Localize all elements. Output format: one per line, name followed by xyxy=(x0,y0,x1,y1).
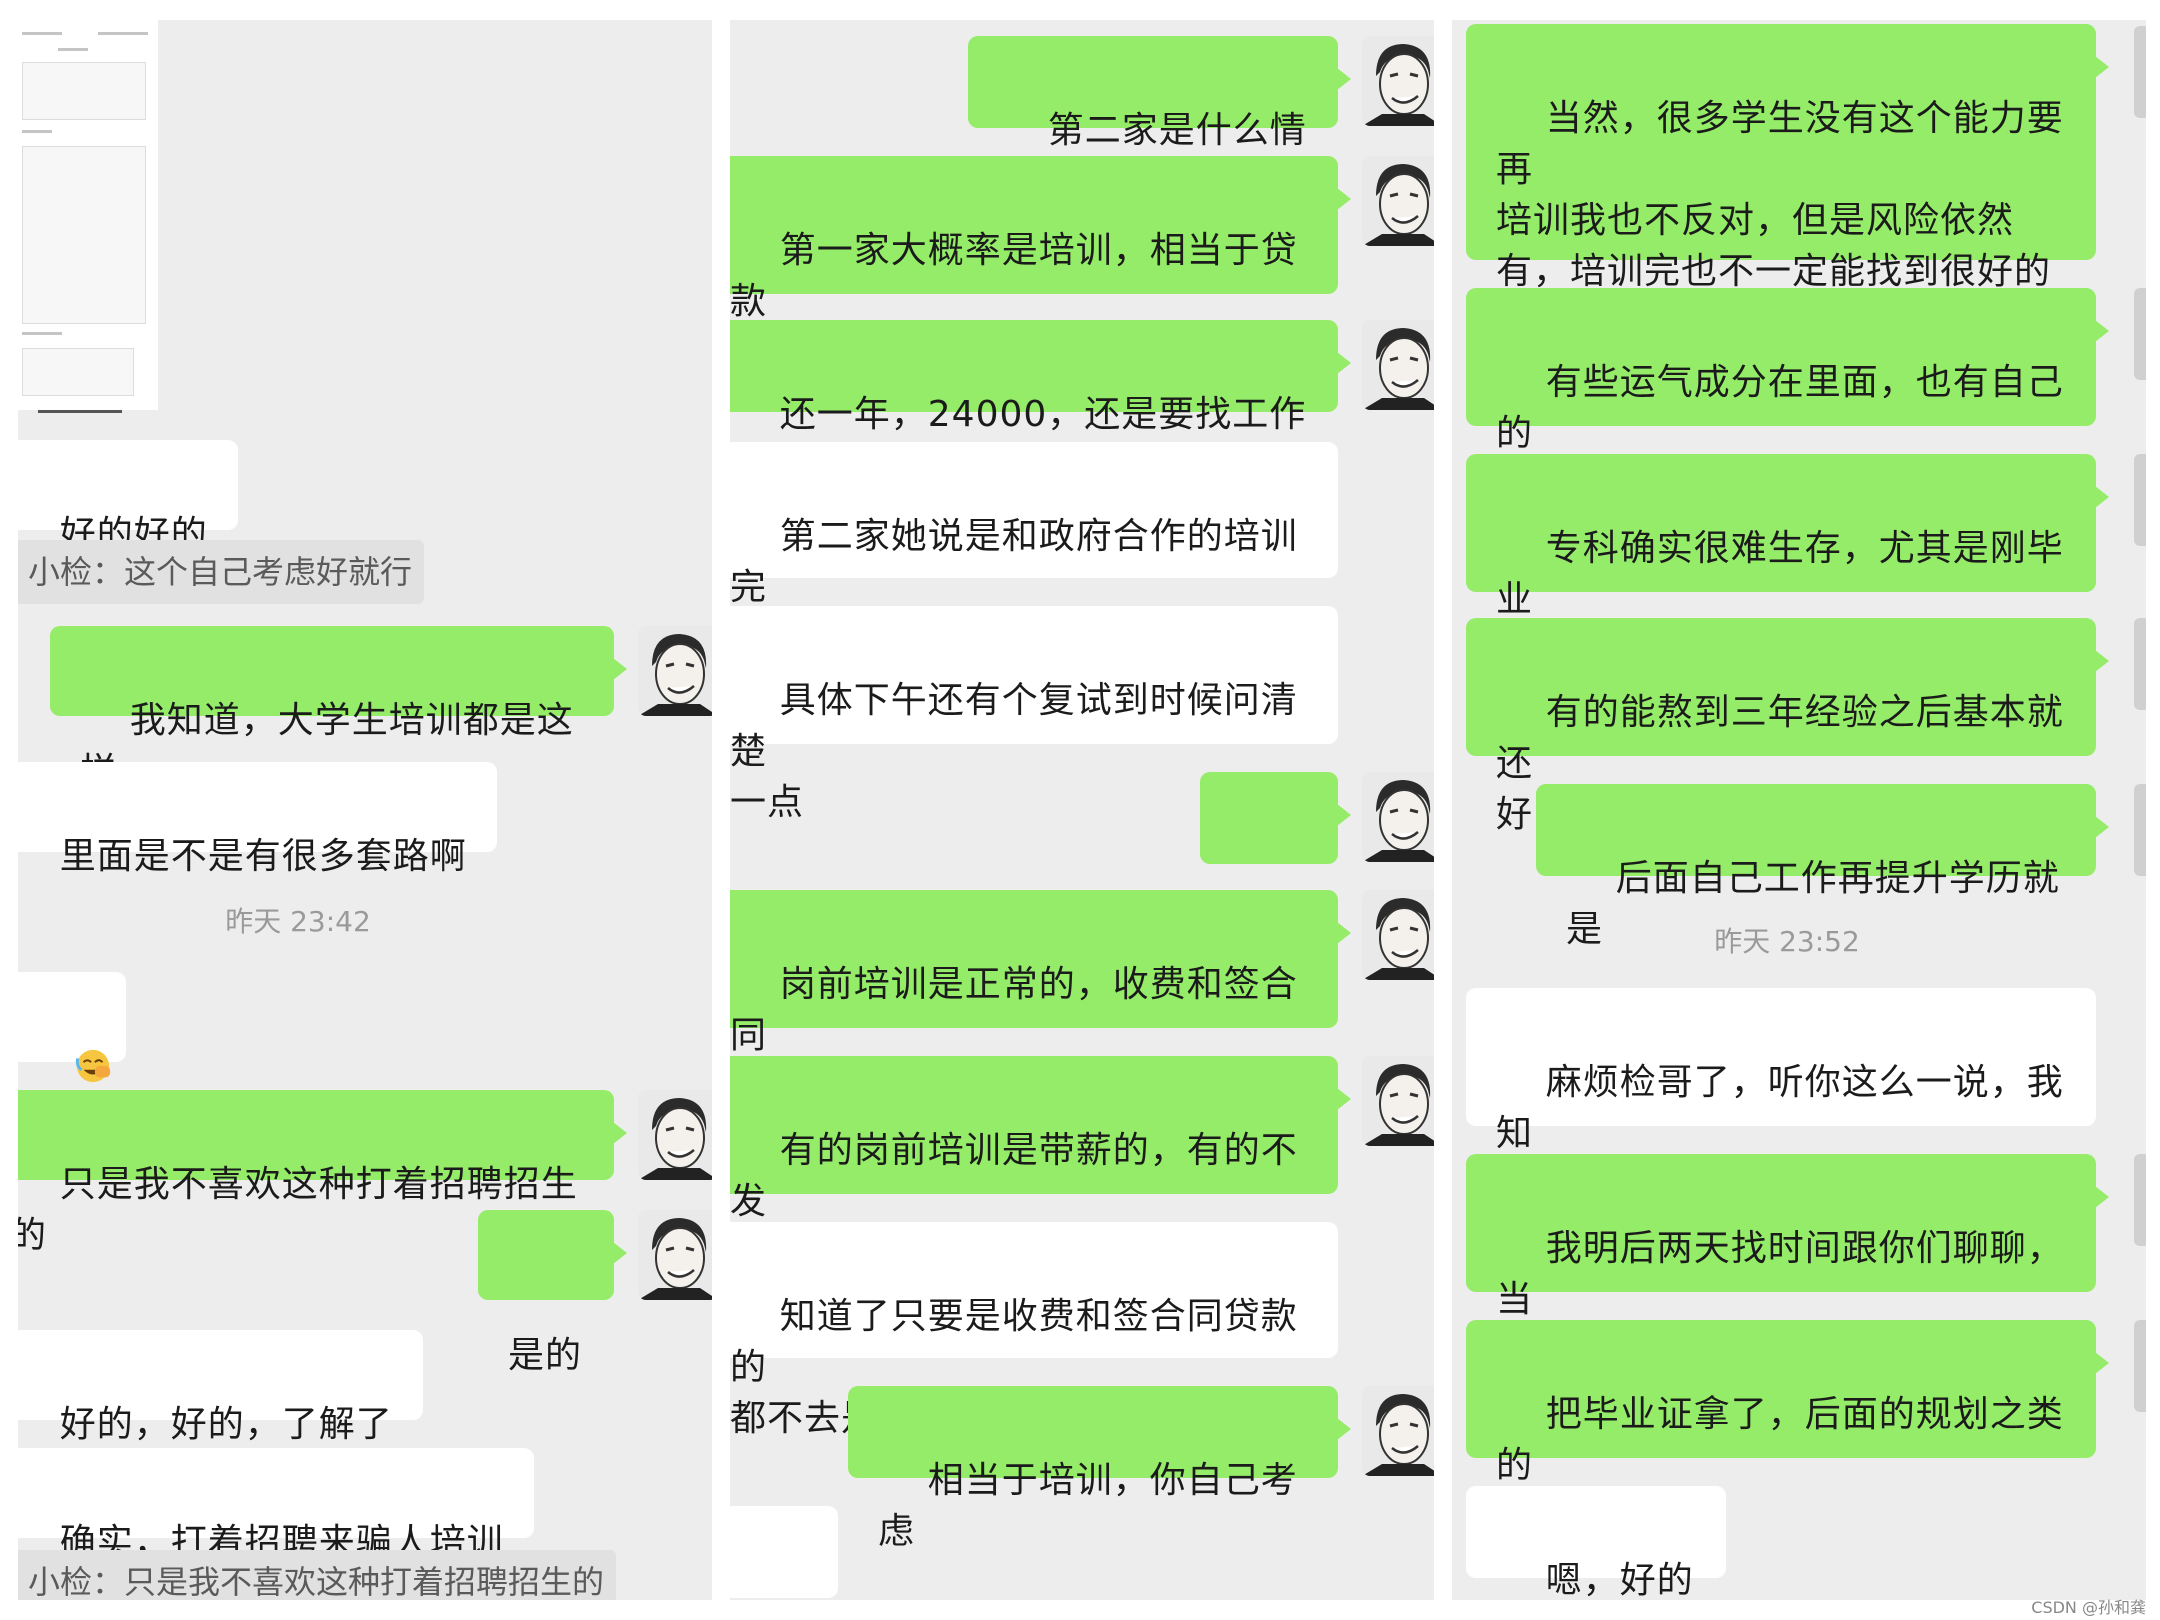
avatar-edge xyxy=(2134,1320,2146,1412)
avatar[interactable] xyxy=(638,626,712,716)
quoted-reply[interactable]: 小检：这个自己考虑好就行 xyxy=(18,540,424,604)
facepalm-laugh-emoji xyxy=(75,1049,110,1083)
avatar-edge xyxy=(2134,454,2146,546)
avatar[interactable] xyxy=(1362,1386,1434,1476)
shared-screenshot-thumbnail[interactable] xyxy=(18,20,158,410)
message-bubble-self[interactable]: 是的 xyxy=(478,1210,627,1376)
message-bubble-self[interactable]: 有的岗前培训是带薪的，有的不发 工资都可以，相当于试岗 xyxy=(730,1056,1351,1273)
message-bubble[interactable]: 里面是不是有很多套路啊 xyxy=(18,762,497,877)
message-bubble-self[interactable]: 第一家大概率是培训，相当于贷款 培训 xyxy=(730,156,1351,373)
message-bubble-self[interactable]: 后面自己工作再提升学历就是 xyxy=(1536,784,2109,950)
chat-panel-middle: 第二家是什么情况 第一家大概率是培训，相当于贷款 培训 还一年，24000，还是… xyxy=(730,20,1434,1600)
message-bubble-self[interactable]: 我明后两天找时间跟你们聊聊，当 务之急先把实习解决 xyxy=(1466,1154,2109,1371)
avatar-edge xyxy=(2134,618,2146,710)
message-bubble-self[interactable]: 是的 xyxy=(1200,772,1351,938)
avatar-edge xyxy=(2134,26,2146,118)
message-bubble-self[interactable]: 专科确实很难生存，尤其是刚毕业 这三年，更别说实习了 xyxy=(1466,454,2109,671)
message-bubble[interactable]: 麻烦检哥了，听你这么一说，我知 道怎么选了。 xyxy=(1466,988,2096,1205)
message-bubble-self[interactable]: 相当于培训，你自己考虑 xyxy=(848,1386,1351,1552)
avatar[interactable] xyxy=(1362,890,1434,980)
message-bubble[interactable]: 第二家她说是和政府合作的培训完 去政府单位工作 xyxy=(730,442,1338,659)
message-bubble[interactable]: 哦好 xyxy=(730,1506,838,1598)
avatar[interactable] xyxy=(638,1090,712,1180)
message-bubble[interactable]: 嗯，好的好的， xyxy=(1466,1486,1726,1600)
message-text: 嗯，好的好的， xyxy=(1545,1560,1694,1600)
avatar[interactable] xyxy=(1362,320,1434,410)
avatar-edge xyxy=(2134,784,2146,876)
message-bubble[interactable]: 好的好的 xyxy=(18,440,238,555)
timestamp: 昨天 23:52 xyxy=(1714,925,1860,958)
chat-panel-left: 好的好的 小检：这个自己考虑好就行 我知道，大学生培训都是这样 里面是不是有很多… xyxy=(18,20,712,1600)
message-bubble[interactable]: 好的，好的，了解了 xyxy=(18,1330,423,1445)
avatar[interactable] xyxy=(638,1210,712,1300)
message-bubble[interactable]: 具体下午还有个复试到时候问清楚 一点 xyxy=(730,606,1338,823)
quoted-text: 小检：只是我不喜欢这种打着招聘招生的 xyxy=(28,1563,605,1600)
message-bubble-self[interactable]: 有的能熬到三年经验之后基本就还 好了，不过也建议提示学历 xyxy=(1466,618,2109,835)
message-text: 好的，好的，了解了 xyxy=(59,1404,393,1445)
message-text: 里面是不是有很多套路啊 xyxy=(59,836,467,877)
message-bubble-self[interactable]: 只是我不喜欢这种打着招聘招生的 xyxy=(18,1090,627,1256)
avatar[interactable] xyxy=(1362,156,1434,246)
message-bubble-self[interactable]: 岗前培训是正常的，收费和签合同 贷款就不行 xyxy=(730,890,1351,1107)
message-bubble-self[interactable]: 把毕业证拿了，后面的规划之类的 也可以聊一聊 xyxy=(1466,1320,2109,1537)
message-text: 相当于培训，你自己考虑 xyxy=(878,1460,1298,1552)
watermark: CSDN @孙和龚 xyxy=(2031,1598,2146,1617)
avatar-edge xyxy=(2134,288,2146,380)
message-bubble[interactable] xyxy=(18,972,126,1083)
avatar-edge xyxy=(2134,1154,2146,1246)
chat-panel-right: 当然，很多学生没有这个能力要再 培训我也不反对，但是风险依然 有，培训完也不一定… xyxy=(1452,20,2146,1600)
message-bubble[interactable]: 知道了只要是收费和签合同贷款的 都不去是吧 xyxy=(730,1222,1338,1439)
avatar[interactable] xyxy=(1362,1056,1434,1146)
message-bubble-self[interactable]: 当然，很多学生没有这个能力要再 培训我也不反对，但是风险依然 有，培训完也不一定… xyxy=(1466,24,2109,390)
message-bubble[interactable]: 确实，打着招聘来骗人培训 xyxy=(18,1448,534,1600)
timestamp: 昨天 23:42 xyxy=(225,905,371,938)
quoted-reply[interactable]: 小检：只是我不喜欢这种打着招聘招生的 xyxy=(18,1550,616,1600)
message-text: 是的 xyxy=(508,1335,583,1376)
message-bubble-self[interactable]: 第二家是什么情况 xyxy=(968,36,1351,202)
message-bubble-self[interactable]: 我知道，大学生培训都是这样 xyxy=(50,626,627,792)
avatar[interactable] xyxy=(1362,772,1434,862)
message-bubble-self[interactable]: 有些运气成分在里面，也有自己的 努力和积累 xyxy=(1466,288,2109,505)
avatar[interactable] xyxy=(1362,36,1434,126)
quoted-text: 小检：这个自己考虑好就行 xyxy=(28,553,413,591)
message-bubble-self[interactable]: 还一年，24000，还是要找工作吧 xyxy=(730,320,1351,486)
